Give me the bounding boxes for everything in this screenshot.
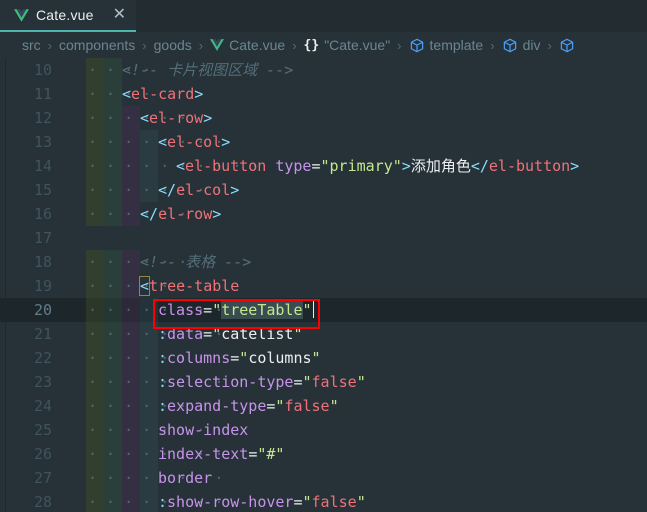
breadcrumb-separator: › — [292, 37, 297, 53]
code-text: <el-button type="primary">添加角色</el-butto… — [176, 157, 580, 175]
code-line[interactable]: 17 — [0, 226, 647, 250]
code-text: :selection-type="false" — [158, 373, 366, 391]
breadcrumb-label: "Cate.vue" — [324, 37, 391, 53]
breadcrumb-separator: › — [397, 37, 402, 53]
code-line[interactable]: 21 · · · · · · · ·:data="catelist" — [0, 322, 647, 346]
breadcrumb-label: Cate.vue — [229, 37, 286, 53]
code-lines[interactable]: 10 · · · · <!-- 卡片视图区域 --> 11 · · · · <el-car… — [0, 58, 647, 512]
line-number: 14 — [33, 157, 52, 175]
breadcrumb-item-components[interactable]: components — [59, 37, 135, 53]
line-number: 10 — [33, 61, 52, 79]
line-number: 15 — [33, 181, 52, 199]
breadcrumb-item-cate-vue[interactable]: Cate.vue — [210, 37, 285, 53]
breadcrumb-separator: › — [490, 37, 495, 53]
code-line[interactable]: 28 · · · · · · · ·:show-row-hover="false" — [0, 490, 647, 512]
line-number: 17 — [33, 229, 52, 247]
code-line[interactable]: 10 · · · · <!-- 卡片视图区域 --> — [0, 58, 647, 82]
code-text: border — [158, 469, 213, 487]
code-editor[interactable]: 10 · · · · <!-- 卡片视图区域 --> 11 · · · · <el-car… — [0, 58, 647, 512]
code-line[interactable]: 25 · · · · · · · · show-index — [0, 418, 647, 442]
code-line[interactable]: 24 · · · · · · · ·:expand-type="false" — [0, 394, 647, 418]
code-text: <el-row> — [140, 109, 213, 127]
code-text: :show-row-hover="false" — [158, 493, 366, 511]
code-text: :data="catelist" — [158, 325, 303, 343]
breadcrumb: src › components › goods › Cate.vue › {}… — [0, 32, 647, 58]
line-number: 20 — [33, 301, 52, 319]
line-number: 22 — [33, 349, 52, 367]
braces-icon: {} — [303, 37, 320, 53]
code-text: index-text="#" — [158, 445, 285, 463]
line-number: 11 — [33, 85, 52, 103]
code-line[interactable]: 16 · · · · · · </el-row> — [0, 202, 647, 226]
line-number: 25 — [33, 421, 52, 439]
breadcrumb-label: template — [429, 37, 484, 53]
code-line[interactable]: 20 · · · · · · · · class="treeTable" — [0, 298, 647, 322]
breadcrumb-item-overflow[interactable] — [559, 38, 575, 53]
code-line[interactable]: 11 · · · · <el-card> — [0, 82, 647, 106]
breadcrumb-item-src[interactable]: src — [22, 37, 41, 53]
line-number: 28 — [33, 493, 52, 511]
code-text: <tree-table — [138, 276, 240, 296]
line-number: 21 — [33, 325, 52, 343]
line-number: 26 — [33, 445, 52, 463]
line-number: 13 — [33, 133, 52, 151]
code-text: </el-row> — [140, 205, 222, 223]
code-line[interactable]: 22 · · · · · · · ·:columns="columns" — [0, 346, 647, 370]
code-text: :expand-type="false" — [158, 397, 339, 415]
cube-symbol-icon — [409, 38, 425, 53]
vscode-window: Cate.vue ✕ src › components › goods › Ca… — [0, 0, 647, 512]
code-line[interactable]: 12 · · · · · · <el-row> — [0, 106, 647, 130]
editor-tab-bar: Cate.vue ✕ — [0, 0, 647, 32]
breadcrumb-item-div[interactable]: div — [502, 37, 541, 53]
line-number: 23 — [33, 373, 52, 391]
vue-logo-icon — [210, 39, 225, 51]
breadcrumb-separator: › — [47, 37, 53, 53]
breadcrumb-item-goods[interactable]: goods — [154, 37, 192, 53]
breadcrumb-separator: › — [198, 37, 204, 53]
code-line[interactable]: 15 · · · · · · · · </el-col> — [0, 178, 647, 202]
breadcrumb-separator: › — [547, 37, 552, 53]
code-text: :columns="columns" — [158, 349, 321, 367]
code-line[interactable]: 18 · · · · · · <!-- 表格 --> — [0, 250, 647, 274]
breadcrumb-item-cate-vue-symbol[interactable]: {} "Cate.vue" — [304, 37, 391, 53]
code-text: </el-col> — [158, 181, 240, 199]
code-text: show-index — [158, 421, 249, 439]
editor-tab-label: Cate.vue — [36, 7, 94, 23]
vue-logo-icon — [14, 8, 29, 22]
editor-tab-cate-vue[interactable]: Cate.vue ✕ — [0, 0, 137, 32]
code-line[interactable]: 14 · · · · · · · · · · <el-button type="pr… — [0, 154, 647, 178]
cube-symbol-icon — [559, 38, 575, 53]
line-number: 27 — [33, 469, 52, 487]
code-line[interactable]: 19 · · · · · · <tree-table — [0, 274, 647, 298]
breadcrumb-label: src — [22, 37, 41, 53]
breadcrumb-label: components — [59, 37, 136, 53]
breadcrumb-label: div — [522, 37, 541, 53]
line-number: 16 — [33, 205, 52, 223]
code-text: class="treeTable" — [158, 300, 314, 319]
breadcrumb-separator: › — [142, 37, 147, 53]
line-number: 12 — [33, 109, 52, 127]
code-line[interactable]: 23 · · · · · · · ·:selection-type="false" — [0, 370, 647, 394]
breadcrumb-label: goods — [153, 37, 192, 53]
code-line[interactable]: 27 · · · · · · · · border — [0, 466, 647, 490]
line-number: 19 — [33, 277, 52, 295]
code-text: <!-- 卡片视图区域 --> — [122, 61, 294, 79]
breadcrumb-item-template[interactable]: template — [409, 37, 484, 53]
line-number: 24 — [33, 397, 52, 415]
close-icon[interactable]: ✕ — [113, 7, 126, 23]
code-line[interactable]: 13 · · · · · · · · <el-col> — [0, 130, 647, 154]
code-line[interactable]: 26 · · · · · · · · index-text="#" — [0, 442, 647, 466]
code-text: <el-col> — [158, 133, 231, 151]
code-text: <!-- 表格 --> — [140, 253, 252, 271]
line-number: 18 — [33, 253, 52, 271]
code-text: <el-card> — [122, 85, 204, 103]
cube-symbol-icon — [502, 38, 518, 53]
